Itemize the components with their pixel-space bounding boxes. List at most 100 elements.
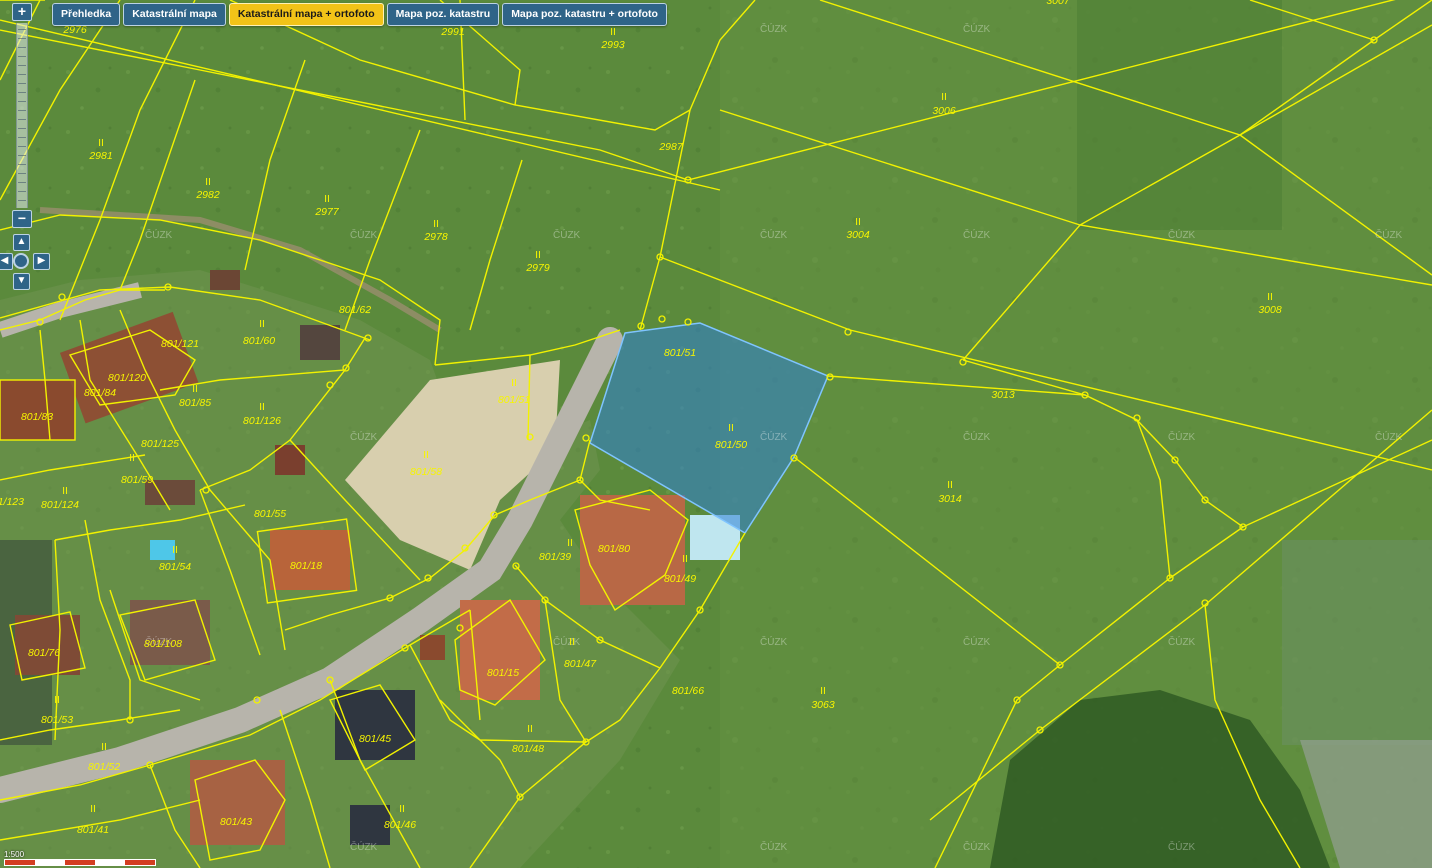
parcel-label[interactable]: 801/76 xyxy=(28,647,60,659)
parcel-label[interactable]: 801/108 xyxy=(144,638,182,650)
parcel-label[interactable]: 801/83 xyxy=(21,411,53,423)
svg-text:ČÚZK: ČÚZK xyxy=(760,22,788,35)
parcel-label[interactable]: 801/55 xyxy=(254,508,286,520)
pan-right-button[interactable]: ▶ xyxy=(33,253,50,270)
chevron-right-icon: ▶ xyxy=(37,255,46,266)
parcel-label[interactable]: 801/85 xyxy=(179,397,211,409)
cadastral-map-button[interactable]: Katastrální mapa xyxy=(123,3,226,26)
parcel-type-marker: II xyxy=(98,137,104,149)
parcel-label[interactable]: 2977 xyxy=(314,206,340,218)
svg-text:ČÚZK: ČÚZK xyxy=(963,22,991,35)
zoom-tick xyxy=(18,137,26,138)
svg-text:ČÚZK: ČÚZK xyxy=(553,228,581,241)
zoom-tick xyxy=(18,119,26,120)
parcel-label[interactable]: 801/49 xyxy=(664,573,696,585)
parcel-type-marker: II xyxy=(535,249,541,261)
pan-center-button[interactable] xyxy=(13,253,29,269)
parcel-label[interactable]: 801/45 xyxy=(359,733,391,745)
svg-text:ČÚZK: ČÚZK xyxy=(963,430,991,443)
parcel-label[interactable]: 801/125 xyxy=(141,438,179,450)
parcel-type-marker: II xyxy=(324,193,330,205)
parcel-label[interactable]: 2979 xyxy=(525,262,550,274)
land-register-map-button[interactable]: Mapa poz. katastru xyxy=(386,3,500,26)
parcel-type-marker: II xyxy=(855,216,861,228)
parcel-label[interactable]: 801/66 xyxy=(672,685,704,697)
parcel-label[interactable]: 801/43 xyxy=(220,816,252,828)
parcel-label[interactable]: 2993 xyxy=(600,39,625,51)
parcel-label[interactable]: 3013 xyxy=(991,389,1015,401)
overview-map-button[interactable]: Přehledka xyxy=(52,3,121,26)
zoom-tick xyxy=(18,146,26,147)
pan-left-button[interactable]: ◀ xyxy=(0,253,13,270)
parcel-label[interactable]: 801/47 xyxy=(564,658,597,670)
parcel-type-marker: II xyxy=(682,553,688,565)
parcel-label[interactable]: 801/52 xyxy=(88,761,120,773)
parcel-type-marker: II xyxy=(527,723,533,735)
parcel-label[interactable]: 801/54 xyxy=(159,561,191,573)
svg-text:ČÚZK: ČÚZK xyxy=(1375,430,1403,443)
svg-text:ČÚZK: ČÚZK xyxy=(350,840,378,853)
parcel-label[interactable]: 801/51 xyxy=(498,394,530,406)
parcel-label[interactable]: 2981 xyxy=(88,150,112,162)
parcel-label[interactable]: 801/62 xyxy=(339,304,371,316)
svg-text:ČÚZK: ČÚZK xyxy=(1168,228,1196,241)
zoom-tick xyxy=(18,164,26,165)
parcel-label[interactable]: 801/123 xyxy=(0,496,24,508)
parcel-type-marker: II xyxy=(172,544,178,556)
parcel-label[interactable]: 801/126 xyxy=(243,415,281,427)
pan-down-button[interactable]: ▼ xyxy=(13,273,30,290)
cadastral-map[interactable]: ČÚZK ČÚZK ČÚZK ČÚZK ČÚZK ČÚZK ČÚZK ČÚZK ČÚZK… xyxy=(0,0,1432,868)
svg-text:ČÚZK: ČÚZK xyxy=(760,840,788,853)
parcel-label[interactable]: 801/46 xyxy=(384,819,416,831)
parcel-label[interactable]: 801/51 xyxy=(664,347,696,359)
zoom-in-button[interactable]: + xyxy=(12,3,32,21)
parcel-type-marker: II xyxy=(728,422,734,434)
zoom-slider[interactable] xyxy=(16,23,28,208)
parcel-label[interactable]: 801/41 xyxy=(77,824,109,836)
parcel-label[interactable]: 801/60 xyxy=(243,335,275,347)
parcel-label[interactable]: 2987 xyxy=(658,141,684,153)
parcel-label[interactable]: 801/53 xyxy=(41,714,73,726)
parcel-label[interactable]: 3006 xyxy=(932,105,956,117)
parcel-label[interactable]: 801/18 xyxy=(290,560,322,572)
parcel-label[interactable]: 2991 xyxy=(440,26,464,38)
cadastral-ortophoto-button[interactable]: Katastrální mapa + ortofoto xyxy=(228,3,384,26)
zoom-tick xyxy=(18,56,26,57)
svg-text:ČÚZK: ČÚZK xyxy=(963,840,991,853)
pan-control: ▲ ◀ ▶ ▼ xyxy=(0,232,50,292)
parcel-type-marker: II xyxy=(90,803,96,815)
parcel-label[interactable]: 3063 xyxy=(811,699,835,711)
svg-text:ČÚZK: ČÚZK xyxy=(1168,840,1196,853)
parcel-label[interactable]: 3007 xyxy=(1046,0,1071,7)
parcel-label[interactable]: 801/80 xyxy=(598,543,630,555)
svg-text:ČÚZK: ČÚZK xyxy=(760,228,788,241)
parcel-label[interactable]: 3008 xyxy=(1258,304,1282,316)
parcel-label[interactable]: 2978 xyxy=(423,231,448,243)
parcel-label[interactable]: 801/120 xyxy=(108,372,146,384)
parcel-label[interactable]: 3014 xyxy=(938,493,962,505)
svg-text:ČÚZK: ČÚZK xyxy=(350,430,378,443)
parcel-type-marker: II xyxy=(259,401,265,413)
map-type-toolbar: Přehledka Katastrální mapa Katastrální m… xyxy=(52,3,667,26)
zoom-tick xyxy=(18,65,26,66)
parcel-label[interactable]: 801/15 xyxy=(487,667,519,679)
parcel-label[interactable]: 801/124 xyxy=(41,499,79,511)
parcel-label[interactable]: 801/58 xyxy=(410,466,442,478)
parcel-label[interactable]: 801/39 xyxy=(539,551,571,563)
land-register-ortophoto-button[interactable]: Mapa poz. katastru + ortofoto xyxy=(502,3,667,26)
parcel-type-marker: II xyxy=(433,218,439,230)
parcel-label[interactable]: 801/84 xyxy=(84,387,116,399)
parcel-label[interactable]: 2982 xyxy=(195,189,220,201)
parcel-label[interactable]: 801/59 xyxy=(121,474,153,486)
pan-up-button[interactable]: ▲ xyxy=(13,234,30,251)
parcel-label[interactable]: 3004 xyxy=(846,229,870,241)
parcel-type-marker: II xyxy=(54,694,60,706)
zoom-out-button[interactable]: − xyxy=(12,210,32,228)
parcel-label[interactable]: 801/48 xyxy=(512,743,544,755)
parcel-type-marker: II xyxy=(941,91,947,103)
zoom-tick xyxy=(18,92,26,93)
parcel-type-marker: II xyxy=(567,537,573,549)
parcel-label[interactable]: 801/121 xyxy=(161,338,199,350)
parcel-label[interactable]: 801/50 xyxy=(715,439,747,451)
svg-text:ČÚZK: ČÚZK xyxy=(145,228,173,241)
